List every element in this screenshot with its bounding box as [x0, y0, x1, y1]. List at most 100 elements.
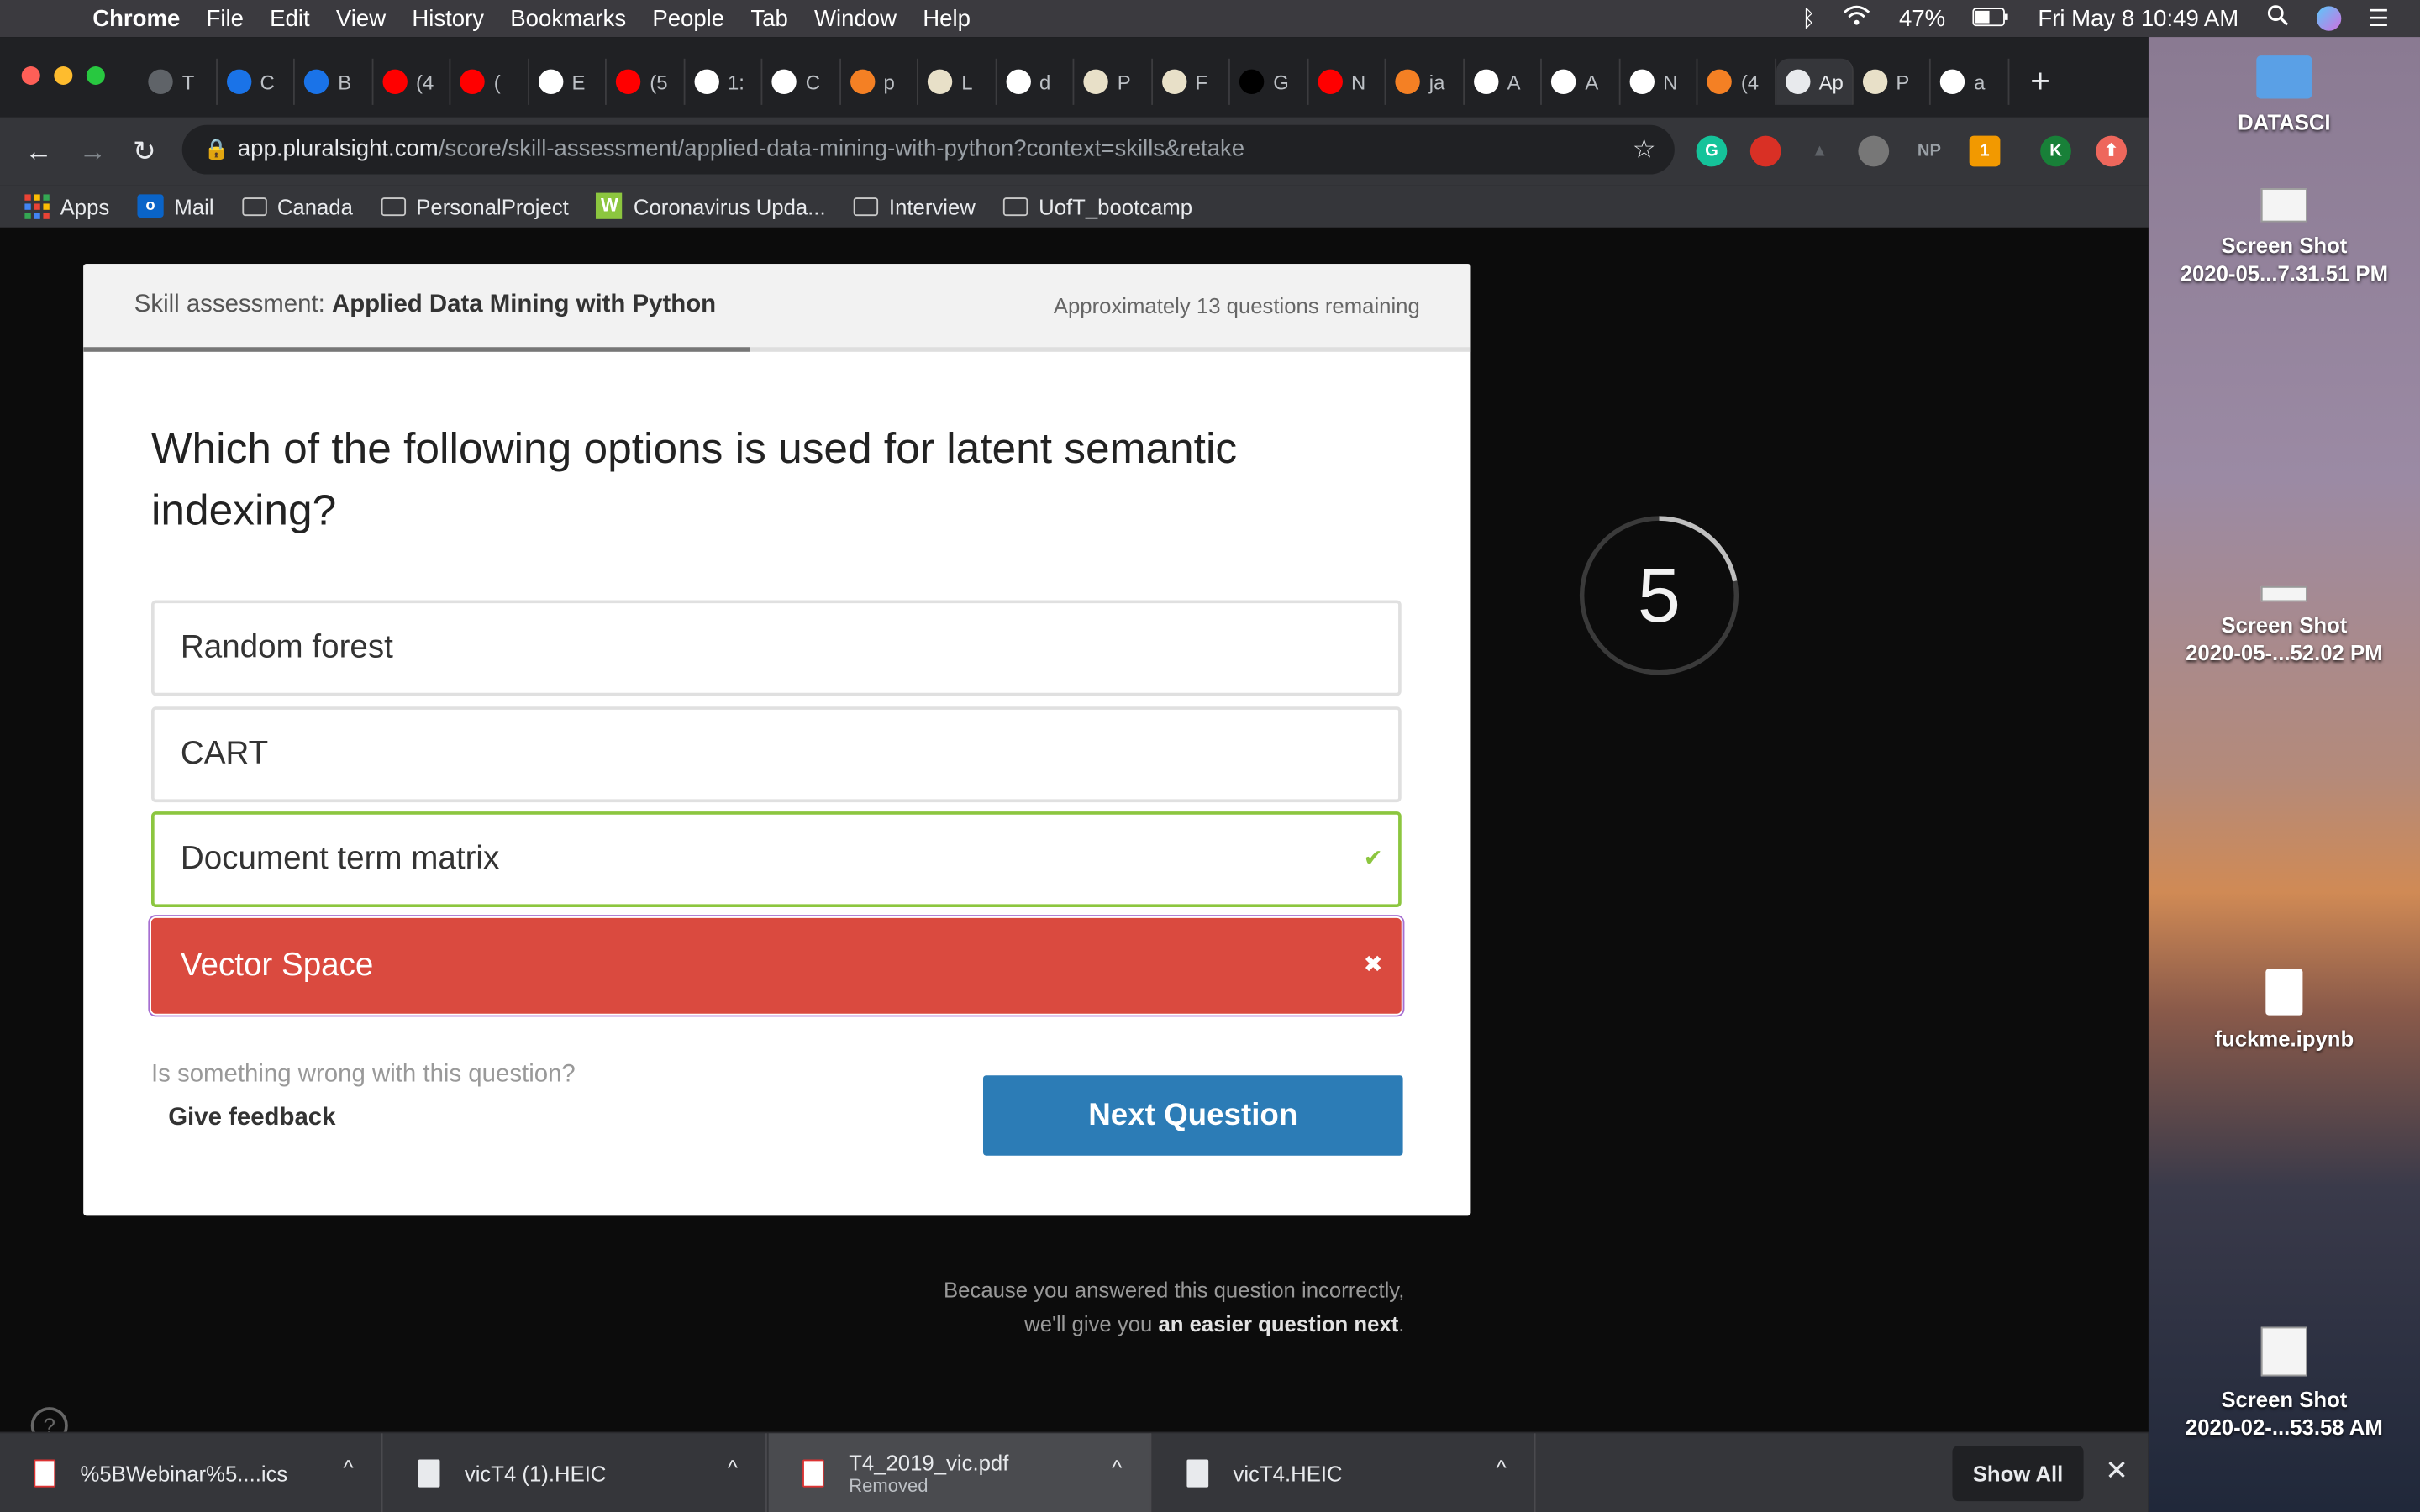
- browser-tab[interactable]: Ap✕: [1776, 58, 1853, 105]
- wifi-icon[interactable]: [1844, 5, 1871, 33]
- tab-title: B: [338, 70, 352, 94]
- download-item-vict4[interactable]: vicT4.HEIC ^: [1153, 1433, 1536, 1512]
- browser-tab[interactable]: ja: [1386, 58, 1465, 105]
- next-question-button[interactable]: Next Question: [982, 1075, 1403, 1156]
- download-item-ics[interactable]: %5BWebinar%5....ics ^: [0, 1433, 383, 1512]
- show-all-downloads-button[interactable]: Show All: [1952, 1446, 2084, 1502]
- give-feedback-link[interactable]: Give feedback: [168, 1105, 335, 1132]
- browser-tab[interactable]: B: [295, 58, 373, 105]
- bluetooth-icon[interactable]: ᛒ: [1802, 5, 1816, 31]
- bookmark-mail[interactable]: o Mail: [137, 194, 214, 218]
- desktop-item-notebook[interactable]: fuckme.ipynb: [2149, 969, 2420, 1052]
- menu-history[interactable]: History: [412, 5, 484, 31]
- browser-tab[interactable]: (4: [1697, 58, 1776, 105]
- menu-people[interactable]: People: [652, 5, 724, 31]
- browser-tab[interactable]: L: [918, 58, 997, 105]
- browser-tab[interactable]: A: [1464, 58, 1542, 105]
- profile-avatar[interactable]: K: [2040, 135, 2071, 167]
- menu-window[interactable]: Window: [814, 5, 897, 31]
- desktop-item-datasci[interactable]: DATASCI: [2149, 55, 2420, 136]
- new-tab-button[interactable]: +: [2030, 59, 2050, 105]
- chevron-up-icon[interactable]: ^: [344, 1455, 354, 1479]
- battery-icon[interactable]: [1973, 5, 2010, 31]
- assessment-card: Skill assessment: Applied Data Mining wi…: [83, 264, 1471, 1216]
- back-arrow-icon[interactable]: ←: [24, 136, 52, 169]
- drive-extension-icon[interactable]: ▲: [1804, 136, 1835, 167]
- spotlight-icon[interactable]: [2266, 5, 2288, 33]
- notification-center-icon[interactable]: ☰: [2369, 5, 2390, 33]
- address-bar[interactable]: 🔒 app.pluralsight.com/score/skill-assess…: [182, 124, 1675, 175]
- browser-tab[interactable]: T: [139, 58, 218, 105]
- lock-icon[interactable]: 🔒: [203, 125, 229, 175]
- download-item-vict4-1[interactable]: vicT4 (1).HEIC ^: [384, 1433, 767, 1512]
- siri-icon[interactable]: [2316, 6, 2341, 31]
- file-icon: [418, 1459, 440, 1488]
- bookmark-canada[interactable]: Canada: [241, 194, 353, 218]
- browser-tab[interactable]: C: [217, 58, 295, 105]
- tab-title: G: [1273, 70, 1289, 94]
- browser-tab[interactable]: G: [1230, 58, 1308, 105]
- menu-edit[interactable]: Edit: [270, 5, 309, 31]
- browser-tab[interactable]: N: [1620, 58, 1698, 105]
- browser-tab[interactable]: C: [762, 58, 841, 105]
- update-icon[interactable]: ⬆: [2096, 135, 2128, 167]
- bookmark-uoft-bootcamp[interactable]: UofT_bootcamp: [1002, 194, 1192, 218]
- close-icon[interactable]: ✕: [2105, 1455, 2128, 1488]
- download-item-pdf[interactable]: T4_2019_vic.pdf Removed ^: [768, 1433, 1152, 1512]
- minimize-window-button[interactable]: [54, 66, 73, 86]
- close-window-button[interactable]: [21, 66, 40, 86]
- menu-app-name[interactable]: Chrome: [92, 5, 180, 31]
- page-content: Skill assessment: Applied Data Mining wi…: [0, 228, 2149, 1445]
- forward-arrow-icon[interactable]: →: [79, 136, 107, 169]
- answer-option-cart[interactable]: CART: [150, 706, 1402, 803]
- menu-bookmarks[interactable]: Bookmarks: [510, 5, 626, 31]
- browser-tab[interactable]: P: [1074, 58, 1153, 105]
- np-extension-icon[interactable]: NP: [1911, 136, 1948, 167]
- tab-title: P: [1896, 70, 1910, 94]
- grammarly-extension-icon[interactable]: G: [1696, 135, 1728, 167]
- bookmark-coronavirus[interactable]: W Coronavirus Upda...: [596, 192, 826, 219]
- tab-favicon-icon: [226, 69, 251, 95]
- desktop-item-screenshot-1[interactable]: Screen Shot 2020-05...7.31.51 PM: [2149, 188, 2420, 287]
- tab-bar: T C B (4 (E (5 1: Cp Ld P F G Nja A A N (4 Ap✕ Pa +: [0, 37, 2149, 118]
- chevron-up-icon[interactable]: ^: [1497, 1455, 1507, 1479]
- zoom-window-button[interactable]: [86, 66, 105, 86]
- tab-favicon-icon: [1317, 69, 1343, 95]
- badge-extension-icon[interactable]: 1: [1969, 135, 2001, 167]
- tab-title: L: [961, 70, 973, 94]
- tab-title: F: [1195, 70, 1208, 94]
- answer-option-document-term-matrix[interactable]: Document term matrix ✔: [150, 811, 1402, 907]
- browser-tab[interactable]: P: [1853, 58, 1931, 105]
- answer-option-vector-space[interactable]: Vector Space ✖: [148, 915, 1405, 1017]
- menu-file[interactable]: File: [207, 5, 244, 31]
- chevron-up-icon[interactable]: ^: [728, 1455, 738, 1479]
- adblock-extension-icon[interactable]: [1749, 135, 1781, 167]
- battery-percent[interactable]: 47%: [1899, 5, 1945, 31]
- browser-tab[interactable]: F: [1152, 58, 1230, 105]
- extension-icon[interactable]: [1858, 135, 1890, 167]
- browser-tab[interactable]: 1:: [685, 58, 763, 105]
- browser-tab[interactable]: N: [1308, 58, 1386, 105]
- browser-tab[interactable]: (4: [373, 58, 451, 105]
- bookmark-star-icon[interactable]: ☆: [1633, 125, 1656, 175]
- clock[interactable]: Fri May 8 10:49 AM: [2038, 5, 2238, 31]
- chevron-up-icon[interactable]: ^: [1112, 1455, 1122, 1479]
- bookmark-interview[interactable]: Interview: [853, 194, 976, 218]
- folder-icon: [381, 197, 406, 216]
- bookmark-apps[interactable]: Apps: [24, 193, 109, 218]
- browser-tab[interactable]: (5: [607, 58, 685, 105]
- desktop-item-screenshot-3[interactable]: Screen Shot 2020-02-...53.58 AM: [2149, 1326, 2420, 1441]
- menu-tab[interactable]: Tab: [750, 5, 787, 31]
- browser-tab[interactable]: d: [997, 58, 1075, 105]
- bookmark-personalproject[interactable]: PersonalProject: [381, 194, 569, 218]
- browser-tab[interactable]: p: [840, 58, 918, 105]
- reload-icon[interactable]: ↻: [133, 136, 156, 169]
- browser-tab[interactable]: a: [1931, 58, 2009, 105]
- browser-tab[interactable]: A: [1542, 58, 1620, 105]
- browser-tab[interactable]: E: [529, 58, 607, 105]
- browser-tab[interactable]: (: [450, 58, 529, 105]
- answer-option-random-forest[interactable]: Random forest: [150, 600, 1402, 696]
- desktop-item-screenshot-2[interactable]: Screen Shot 2020-05-...52.02 PM: [2149, 585, 2420, 667]
- menu-help[interactable]: Help: [923, 5, 971, 31]
- menu-view[interactable]: View: [336, 5, 386, 31]
